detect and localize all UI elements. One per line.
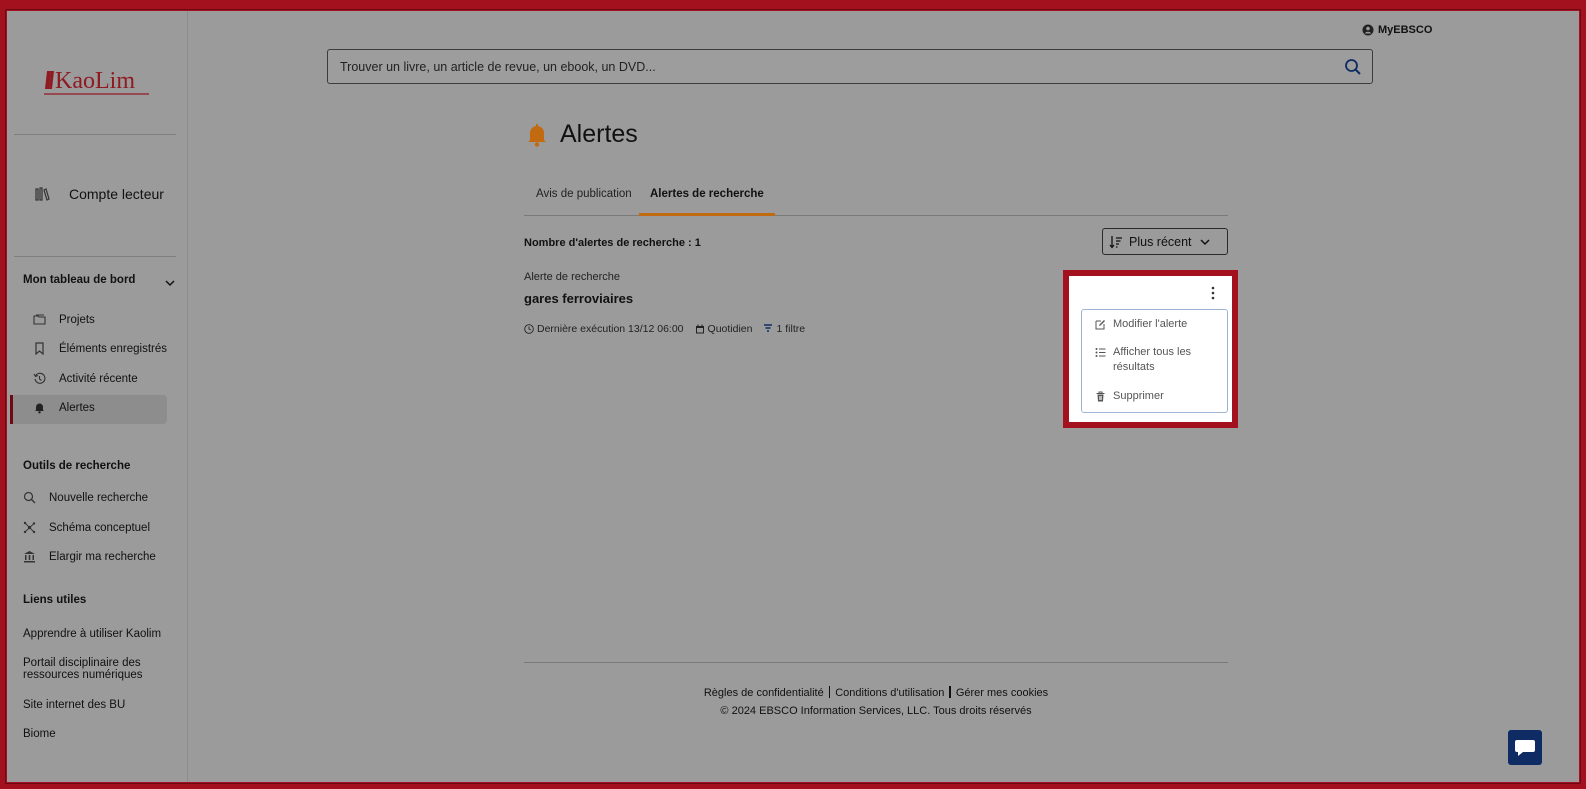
frequency-text: Quotidien [707,323,753,335]
link-site-bu[interactable]: Site internet des BU [23,699,173,711]
sidebar-item-recent[interactable]: Activité récente [33,372,138,385]
footer-links: Règles de confidentialité Conditions d'ut… [524,686,1228,699]
account-label: Compte lecteur [69,186,164,202]
tab-avis-publication[interactable]: Avis de publication [536,183,632,216]
bookmark-icon [35,342,44,355]
chevron-down-icon[interactable] [163,276,177,290]
bell-icon [35,403,44,414]
sidebar-item-alertes[interactable]: Alertes [33,401,95,414]
calendar-icon [695,324,704,334]
alert-name[interactable]: gares ferroviaires [524,291,633,306]
institution-icon [24,551,35,563]
filter-icon [764,324,773,332]
sidebar-item-label: Schéma conceptuel [49,521,151,534]
last-run-text: Dernière exécution 13/12 06:00 [537,323,684,335]
list-icon [1095,348,1106,357]
menu-item-label: Afficher tous les résultats [1113,346,1192,373]
link-portail[interactable]: Portail disciplinaire des ressources num… [23,657,173,681]
page-title: Alertes [526,120,638,149]
link-biome[interactable]: Biome [23,728,173,740]
myebsco-button[interactable]: MyEBSCO [1362,24,1432,36]
alert-type-label: Alerte de recherche [524,271,620,283]
myebsco-label: MyEBSCO [1378,24,1433,36]
alert-meta: Dernière exécution 13/12 06:00 Quotidien… [524,323,816,335]
menu-item-delete[interactable]: Supprimer [1095,389,1164,404]
chat-icon [1515,739,1535,756]
frequency: Quotidien [695,323,753,335]
footer-divider [524,662,1228,663]
alert-count: Nombre d'alertes de recherche : 1 [524,237,701,249]
sidebar-item-new-search[interactable]: Nouvelle recherche [23,491,148,504]
menu-item-label: Supprimer [1113,390,1164,402]
sidebar-divider [14,256,176,257]
alert-options-menu: Modifier l'alerte Afficher tous les résu… [1081,309,1228,413]
last-run: Dernière exécution 13/12 06:00 [524,323,684,335]
tabs-bar: Avis de publication Alertes de recherche [524,183,1228,216]
sort-dropdown[interactable]: Plus récent [1102,228,1228,255]
search-bar[interactable]: Trouver un livre, un article de revue, u… [327,49,1373,84]
bell-icon [528,123,546,147]
svg-text:KaoLim: KaoLim [55,68,135,94]
chevron-down-icon [1200,238,1210,245]
links-title: Liens utiles [23,594,87,606]
menu-item-show-results[interactable]: Afficher tous les résultats [1095,345,1213,375]
highlight-frame [0,0,1586,789]
footer-separator [828,686,831,698]
footer-link-privacy[interactable]: Règles de confidentialité [704,687,824,699]
edit-icon [1095,320,1105,330]
sidebar-item-label: Éléments enregistrés [59,342,168,355]
tools-title: Outils de recherche [23,460,131,472]
sidebar-item-label: Activité récente [59,372,138,385]
sidebar-item-label: Projets [59,313,95,326]
search-input[interactable]: Trouver un livre, un article de revue, u… [340,60,656,74]
sidebar-item-label: Alertes [59,401,95,414]
sidebar-item-concept-map[interactable]: Schéma conceptuel [23,521,150,534]
alert-options-highlight: Modifier l'alerte Afficher tous les résu… [1063,270,1238,428]
library-icon [35,187,50,201]
sort-label: Plus récent [1129,234,1192,249]
page-title-text: Alertes [560,120,638,148]
sidebar-item-label: Elargir ma recherche [49,550,156,563]
search-icon[interactable] [1344,58,1362,76]
tab-alertes-recherche[interactable]: Alertes de recherche [639,183,775,216]
highlight-frame-inner [5,9,1581,784]
filters-text: 1 filtre [776,323,806,335]
sidebar-item-label: Nouvelle recherche [49,491,149,504]
user-icon [1362,24,1374,36]
search-icon [23,491,36,504]
filters: 1 filtre [763,323,805,335]
menu-item-edit[interactable]: Modifier l'alerte [1095,317,1187,332]
concept-map-icon [23,521,36,534]
sidebar-divider [14,134,176,135]
history-icon [33,372,46,384]
sort-icon [1109,235,1122,249]
logo-icon: KaoLim [44,68,149,95]
kaolim-logo[interactable]: KaoLim [41,59,151,99]
chat-button[interactable] [1508,730,1542,765]
folder-icon [33,314,46,325]
footer-copyright: © 2024 EBSCO Information Services, LLC. … [720,705,1032,717]
trash-icon [1096,391,1105,402]
sidebar-item-broaden[interactable]: Elargir ma recherche [23,550,156,563]
sidebar: KaoLim Compte lecteur Mon tableau de bor… [7,11,188,784]
dashboard-title[interactable]: Mon tableau de bord [23,274,135,286]
kebab-menu-icon[interactable] [1211,286,1215,300]
footer-link-cookies[interactable]: Gérer mes cookies [956,687,1048,699]
sidebar-item-projets[interactable]: Projets [33,313,95,326]
account-link[interactable]: Compte lecteur [35,186,164,202]
sidebar-item-saved[interactable]: Éléments enregistrés [33,342,167,355]
menu-item-label: Modifier l'alerte [1113,318,1188,330]
footer-link-terms[interactable]: Conditions d'utilisation [835,687,944,699]
link-apprendre[interactable]: Apprendre à utiliser Kaolim [23,628,173,640]
clock-icon [524,324,534,334]
footer-separator [949,686,951,698]
